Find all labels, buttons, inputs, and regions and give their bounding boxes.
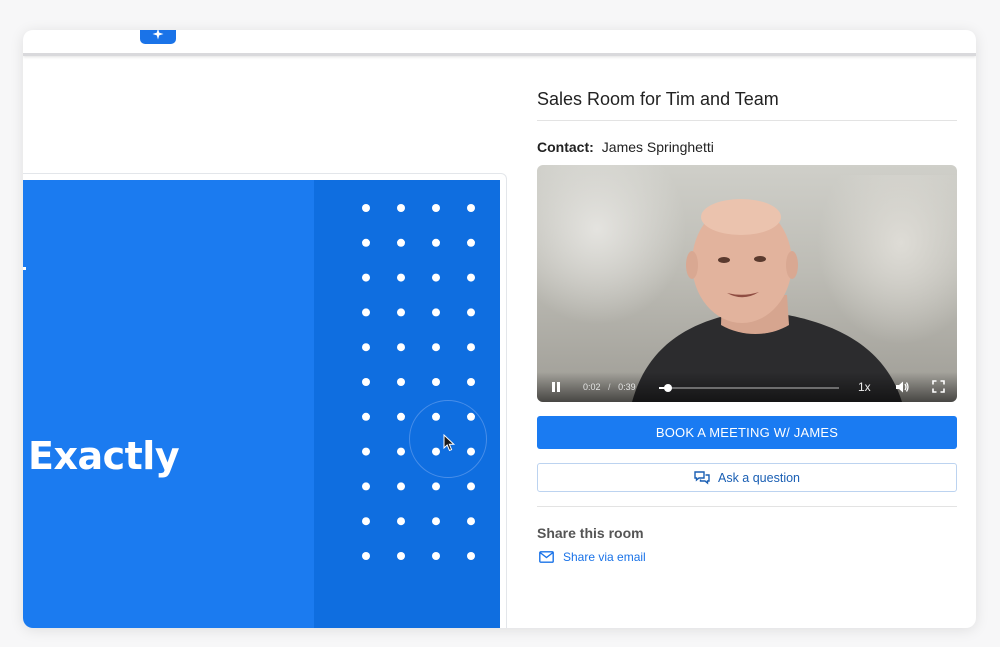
- seek-bar[interactable]: [659, 384, 839, 392]
- slide-dot: [432, 238, 440, 247]
- volume-icon[interactable]: [895, 380, 909, 394]
- video-controls: 0:02 / 0:39 1x: [537, 372, 957, 402]
- slide-dot: [397, 447, 405, 456]
- star-logo-icon: [152, 30, 164, 40]
- slide-dot: [467, 378, 475, 386]
- slide-dot: [362, 378, 370, 386]
- playback-speed-button[interactable]: 1x: [858, 380, 871, 394]
- slide-dot: [362, 273, 370, 282]
- slide-dot: [467, 343, 475, 352]
- slide-dot: [362, 412, 370, 421]
- slide-dot: [432, 482, 440, 491]
- slide-dot: [467, 238, 475, 247]
- mail-icon: [539, 551, 554, 563]
- slide-dot: [397, 552, 405, 560]
- fullscreen-icon[interactable]: [932, 380, 945, 393]
- slide-dot: [397, 204, 405, 212]
- slide-dot: [362, 517, 370, 526]
- slide-dot: [362, 308, 370, 317]
- room-title: Sales Room for Tim and Team: [537, 89, 779, 109]
- contact-label: Contact:: [537, 139, 594, 155]
- slide-dot: [397, 308, 405, 317]
- video-time: 0:02 / 0:39: [583, 382, 636, 392]
- slide-dot: [362, 343, 370, 352]
- slide-dot: [397, 378, 405, 386]
- slide-dot: [432, 552, 440, 560]
- room-panel: Sales Room for Tim and Team Contact: Jame…: [537, 30, 957, 628]
- slide-dot: [467, 517, 475, 526]
- current-time: 0:02: [583, 382, 601, 392]
- seek-handle[interactable]: [664, 384, 672, 392]
- slide-dot: [432, 378, 440, 386]
- slide-dot: [467, 552, 475, 560]
- presentation-slide[interactable]: Exactly: [23, 180, 500, 628]
- contact-name: James Springhetti: [601, 139, 714, 155]
- presenter-video-frame: [632, 199, 902, 402]
- slide-dot: [397, 482, 405, 491]
- share-email-label: Share via email: [563, 550, 646, 564]
- slide-dot: [397, 517, 405, 526]
- slide-headline: Exactly: [28, 434, 180, 478]
- chat-bubbles-icon: [694, 470, 710, 484]
- slide-dot: [467, 204, 475, 212]
- slide-dot: [397, 238, 405, 247]
- slide-dot: [362, 482, 370, 491]
- mouse-cursor-icon: [443, 434, 456, 452]
- ask-question-label: Ask a question: [718, 470, 800, 485]
- contact-line: Contact: James Springhetti: [537, 139, 714, 155]
- title-divider: [537, 120, 957, 121]
- slide-dot: [432, 343, 440, 352]
- duration: 0:39: [618, 382, 636, 392]
- video-player[interactable]: 0:02 / 0:39 1x: [537, 165, 957, 402]
- slide-dot: [467, 482, 475, 491]
- slide-dot: [432, 308, 440, 317]
- book-meeting-button[interactable]: BOOK A MEETING W/ JAMES: [537, 416, 957, 449]
- slide-dot: [432, 273, 440, 282]
- share-via-email-link[interactable]: Share via email: [539, 550, 646, 564]
- logo[interactable]: [140, 30, 176, 44]
- slide-dot: [467, 308, 475, 317]
- pause-icon[interactable]: [550, 381, 562, 393]
- slide-dot: [432, 517, 440, 526]
- slide-dot: [397, 412, 405, 421]
- ask-question-button[interactable]: Ask a question: [537, 463, 957, 492]
- slide-dot: [362, 447, 370, 456]
- slide-dot: [362, 238, 370, 247]
- slide-dot: [397, 273, 405, 282]
- slide-dot: [432, 204, 440, 212]
- actions-divider: [537, 506, 957, 507]
- slide-dot: [362, 552, 370, 560]
- screen: Exactly Sales Room for Tim and Team Cont…: [0, 0, 1000, 647]
- slide-dot: [397, 343, 405, 352]
- time-separator: /: [608, 382, 611, 392]
- slide-dot: [362, 204, 370, 212]
- app-window: Exactly Sales Room for Tim and Team Cont…: [23, 30, 976, 628]
- slide-dot: [467, 273, 475, 282]
- share-heading: Share this room: [537, 525, 644, 541]
